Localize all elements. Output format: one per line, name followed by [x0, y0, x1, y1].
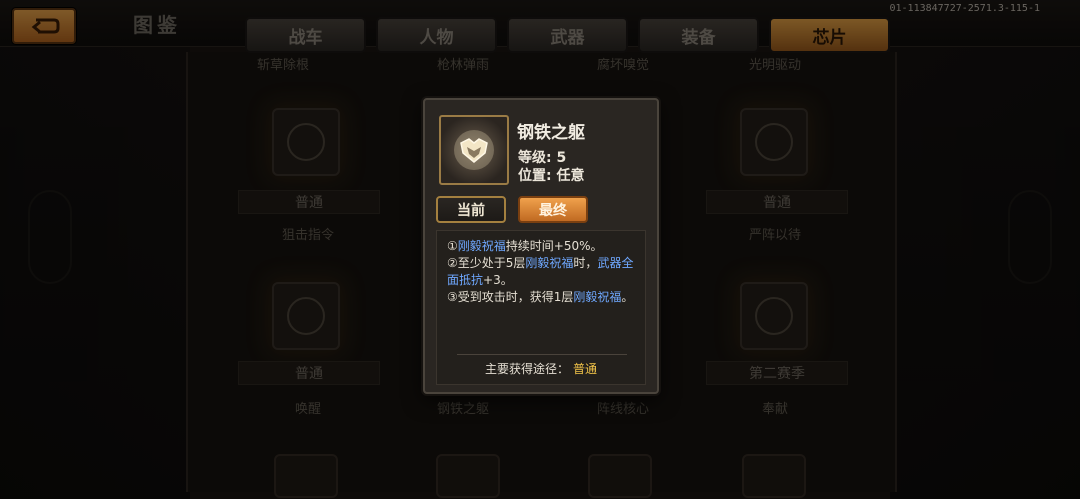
chip-position: 位置: 任意	[518, 168, 585, 184]
final-button[interactable]: 最终	[518, 196, 588, 223]
chip-title: 钢铁之躯	[517, 123, 585, 143]
current-button[interactable]: 当前	[436, 196, 506, 223]
acquisition-source: 主要获得途径： 普通	[484, 362, 598, 376]
description-box: ①刚毅祝福持续时间+50%。 ②至少处于5层刚毅祝福时，武器全面抵抗+3。 ③受…	[436, 230, 646, 385]
description-line-3: ③受到攻击时，获得1层刚毅祝福。	[447, 290, 634, 304]
chip-description: ①刚毅祝福持续时间+50%。 ②至少处于5层刚毅祝福时，武器全面抵抗+3。 ③受…	[447, 238, 637, 306]
chip-detail-popup: 钢铁之躯 等级: 5 位置: 任意 当前 最终 ①刚毅祝福持续时间+50%。 ②…	[423, 98, 659, 394]
description-line-2: ②至少处于5层刚毅祝福时，武器全面抵抗+3。	[447, 256, 634, 287]
steel-body-chip-icon	[439, 115, 509, 185]
description-line-1: ①刚毅祝福持续时间+50%。	[447, 239, 603, 253]
divider	[457, 354, 627, 355]
chip-level: 等级: 5	[518, 150, 567, 166]
level-toggle: 当前 最终	[436, 196, 588, 223]
